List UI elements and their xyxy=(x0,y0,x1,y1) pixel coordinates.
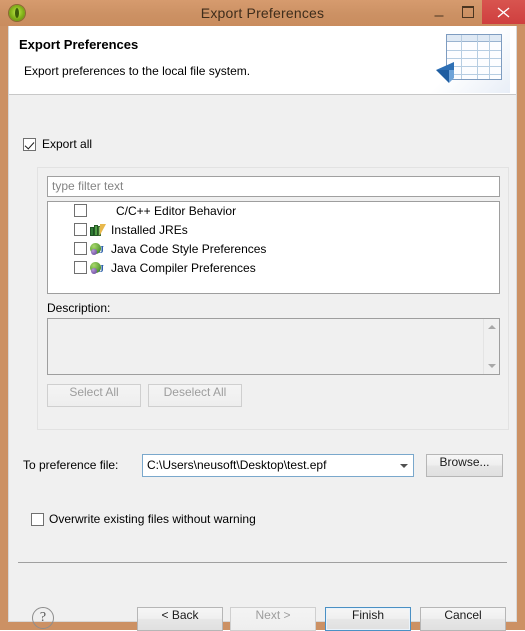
dialog-content: Export all type filter text C/C++ Editor… xyxy=(9,94,516,552)
preference-file-value: C:\Users\neusoft\Desktop\test.epf xyxy=(147,458,327,472)
description-scrollbar[interactable] xyxy=(483,319,499,374)
select-all-button[interactable]: Select All xyxy=(47,384,141,407)
tree-item-label: C/C++ Editor Behavior xyxy=(116,204,237,218)
checkbox-icon[interactable] xyxy=(23,138,36,151)
preferences-panel: type filter text C/C++ Editor Behavior I… xyxy=(37,167,509,430)
footer-separator xyxy=(18,562,507,563)
checkbox-icon[interactable] xyxy=(31,513,44,526)
tree-item-java-code-style-preferences[interactable]: J Java Code Style Preferences xyxy=(48,240,499,259)
wizard-banner: Export Preferences Export preferences to… xyxy=(9,26,516,95)
scroll-down-icon[interactable] xyxy=(488,364,496,368)
title-bar: Export Preferences xyxy=(0,0,525,26)
page-subtitle: Export preferences to the local file sys… xyxy=(24,64,251,78)
maximize-button[interactable] xyxy=(453,0,482,24)
help-button[interactable]: ? xyxy=(32,607,54,629)
deselect-all-button[interactable]: Deselect All xyxy=(148,384,242,407)
filter-input[interactable]: type filter text xyxy=(47,176,500,197)
java-preference-icon: J xyxy=(90,261,106,275)
scroll-up-icon[interactable] xyxy=(488,325,496,329)
description-box[interactable] xyxy=(47,318,500,375)
export-all-checkbox[interactable]: Export all xyxy=(23,137,92,151)
chevron-down-icon[interactable] xyxy=(400,464,408,468)
checkbox-icon[interactable] xyxy=(74,204,87,217)
overwrite-checkbox[interactable]: Overwrite existing files without warning xyxy=(31,512,256,526)
page-title: Export Preferences xyxy=(19,37,139,52)
tree-item-label: Java Code Style Preferences xyxy=(111,242,267,256)
dialog-window: Export Preferences Export Preferences Ex… xyxy=(0,0,525,631)
preference-file-combo[interactable]: C:\Users\neusoft\Desktop\test.epf xyxy=(142,454,414,477)
checkbox-icon[interactable] xyxy=(74,261,87,274)
checkbox-icon[interactable] xyxy=(74,223,87,236)
close-button[interactable] xyxy=(482,0,525,24)
jre-books-icon xyxy=(90,223,106,237)
cancel-button[interactable]: Cancel xyxy=(420,607,506,631)
preference-file-row: To preference file: C:\Users\neusoft\Des… xyxy=(23,454,503,478)
banner-art xyxy=(430,26,510,93)
tree-item-c-cpp-editor-behavior[interactable]: C/C++ Editor Behavior xyxy=(48,202,499,221)
tree-item-installed-jres[interactable]: Installed JREs xyxy=(48,221,499,240)
finish-button[interactable]: Finish xyxy=(325,607,411,631)
preference-file-label: To preference file: xyxy=(23,458,119,472)
tree-item-label: Installed JREs xyxy=(111,223,188,237)
tree-item-java-compiler-preferences[interactable]: J Java Compiler Preferences xyxy=(48,259,499,278)
next-button[interactable]: Next > xyxy=(230,607,316,631)
description-label: Description: xyxy=(47,301,111,315)
java-preference-icon: J xyxy=(90,242,106,256)
tree-item-label: Java Compiler Preferences xyxy=(111,261,256,275)
export-all-label: Export all xyxy=(42,137,93,151)
export-arrow-icon xyxy=(436,62,454,83)
minimize-button[interactable] xyxy=(424,0,453,24)
back-button[interactable]: < Back xyxy=(137,607,223,631)
browse-button[interactable]: Browse... xyxy=(426,454,503,477)
dialog-client-area: Export Preferences Export preferences to… xyxy=(8,26,517,631)
preferences-tree[interactable]: C/C++ Editor Behavior Installed JREs J J… xyxy=(47,201,500,294)
checkbox-icon[interactable] xyxy=(74,242,87,255)
close-icon xyxy=(497,7,510,18)
overwrite-label: Overwrite existing files without warning xyxy=(49,512,256,526)
